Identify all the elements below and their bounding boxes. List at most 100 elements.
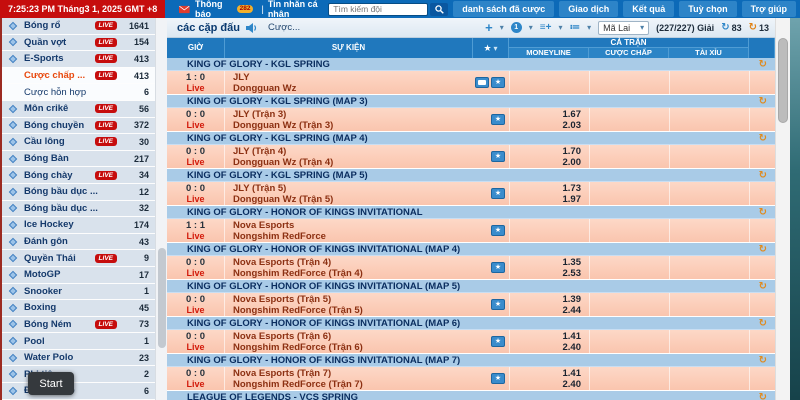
sidebar-item-handicap-bets[interactable]: Cược chấp ... LIVE 413 [2, 68, 155, 85]
odds-type-select[interactable]: Mã Lai ▾ [598, 21, 649, 35]
refresh-icon[interactable]: ↻ [759, 392, 767, 400]
match-teams-cell[interactable]: Nova Esports (Trận 7) Nongshim RedForce … [225, 367, 473, 390]
main-scrollbar-thumb[interactable] [778, 38, 788, 123]
home-odds[interactable]: 1.41 [563, 331, 582, 342]
sort-icon[interactable]: 1 [511, 22, 522, 33]
add-league-icon[interactable]: ≡+ [540, 22, 552, 33]
league-header[interactable]: KING OF GLORY - HONOR OF KINGS INVITATIO… [167, 280, 775, 293]
refresh-icon[interactable]: ↻ [759, 281, 767, 292]
transactions-button[interactable]: Giao dịch [559, 1, 618, 17]
search-button[interactable] [430, 3, 448, 16]
sidebar-item-pool[interactable]: Pool 1 [2, 333, 155, 350]
away-odds[interactable]: 2.40 [563, 342, 582, 353]
sidebar-item-badminton[interactable]: Cầu lông LIVE 30 [2, 134, 155, 151]
favorites-column-header[interactable]: ★ ▾ [473, 38, 509, 58]
sidebar-item-motogp[interactable]: MotoGP 17 [2, 267, 155, 284]
home-odds[interactable]: 1.35 [563, 257, 582, 268]
refresh-icon[interactable]: ↻ [759, 96, 767, 107]
sidebar-item-rugby-2[interactable]: Bóng bầu dục ... 32 [2, 201, 155, 218]
refresh-blue-counter[interactable]: ↻ 83 [721, 22, 741, 33]
search-input[interactable] [328, 3, 428, 16]
sidebar-item-basketball[interactable]: Bóng rổ LIVE 1641 [2, 18, 155, 35]
notice-link[interactable]: Thông báo [195, 0, 233, 19]
bet-slip-label[interactable]: Cược... [268, 22, 300, 33]
away-odds[interactable]: 2.44 [563, 305, 582, 316]
match-teams-cell[interactable]: JLY (Trận 4) Dongguan Wz (Trận 4) [225, 145, 473, 168]
speaker-icon[interactable] [246, 23, 258, 33]
match-teams-cell[interactable]: Nova Esports Nongshim RedForce [225, 219, 473, 242]
away-odds[interactable]: 2.03 [563, 120, 582, 131]
favorite-star-icon[interactable]: ★ [491, 151, 505, 162]
home-odds[interactable]: 1.70 [563, 146, 582, 157]
sidebar-item-esports[interactable]: E-Sports LIVE 413 [2, 51, 155, 68]
away-odds[interactable]: 2.53 [563, 268, 582, 279]
favorite-star-icon[interactable]: ★ [491, 299, 505, 310]
league-header[interactable]: KING OF GLORY - HONOR OF KINGS INVITATIO… [167, 243, 775, 256]
envelope-icon[interactable] [179, 5, 190, 14]
favorite-star-icon[interactable]: ★ [491, 225, 505, 236]
favorite-star-icon[interactable]: ★ [491, 77, 505, 88]
refresh-icon[interactable]: ↻ [759, 170, 767, 181]
league-header[interactable]: KING OF GLORY - HONOR OF KINGS INVITATIO… [167, 206, 775, 219]
refresh-icon[interactable]: ↻ [759, 133, 767, 144]
sidebar-item-baseball[interactable]: Bóng chày LIVE 34 [2, 167, 155, 184]
league-header[interactable]: KING OF GLORY - KGL SPRING ↻ [167, 58, 775, 71]
sidebar-item-darts[interactable]: Phi tiêu 2 [2, 366, 155, 383]
sidebar-item-boxing[interactable]: Boxing 45 [2, 300, 155, 317]
sidebar-item-cricket[interactable]: Môn crikê LIVE 56 [2, 101, 155, 118]
match-teams-cell[interactable]: Nova Esports (Trận 6) Nongshim RedForce … [225, 330, 473, 353]
league-header[interactable]: KING OF GLORY - HONOR OF KINGS INVITATIO… [167, 317, 775, 330]
home-odds[interactable]: 1.41 [563, 368, 582, 379]
help-button[interactable]: Trợ giúp [742, 1, 796, 17]
home-odds[interactable]: 1.73 [563, 183, 582, 194]
home-odds[interactable]: 1.67 [563, 109, 582, 120]
sidebar-item-volleyball[interactable]: Bóng chuyền LIVE 372 [2, 118, 155, 135]
away-odds[interactable]: 2.00 [563, 157, 582, 168]
match-teams-cell[interactable]: JLY Dongguan Wz [225, 71, 473, 94]
sidebar-item-mix-parlay[interactable]: Cược hỗn hợp 6 [2, 84, 155, 101]
start-button[interactable]: Start [28, 372, 74, 395]
bet-list-button[interactable]: danh sách đã cược [453, 1, 554, 17]
preferences-button[interactable]: Tuỳ chọn [679, 1, 736, 17]
favorite-star-icon[interactable]: ★ [491, 262, 505, 273]
favorite-star-icon[interactable]: ★ [491, 373, 505, 384]
favorite-star-icon[interactable]: ★ [491, 188, 505, 199]
league-header[interactable]: KING OF GLORY - KGL SPRING (MAP 4) ↻ [167, 132, 775, 145]
league-header[interactable]: KING OF GLORY - KGL SPRING (MAP 3) ↻ [167, 95, 775, 108]
match-teams-cell[interactable]: Nova Esports (Trận 5) Nongshim RedForce … [225, 293, 473, 316]
refresh-icon[interactable]: ↻ [759, 244, 767, 255]
sidebar-item-snooker[interactable]: Snooker 1 [2, 284, 155, 301]
refresh-orange-counter[interactable]: ↻ 13 [749, 22, 769, 33]
favorite-star-icon[interactable]: ★ [491, 336, 505, 347]
sidebar-item-cycling[interactable]: Đua xe đạp 6 [2, 383, 155, 400]
sidebar-item-water-polo[interactable]: Water Polo 23 [2, 350, 155, 367]
chevron-down-icon[interactable]: ▾ [587, 23, 591, 32]
live-stream-icon[interactable] [475, 77, 489, 88]
home-odds[interactable]: 1.39 [563, 294, 582, 305]
chevron-down-icon[interactable]: ▾ [558, 23, 562, 32]
league-header[interactable]: KING OF GLORY - KGL SPRING (MAP 5) ↻ [167, 169, 775, 182]
sidebar-item-tennis[interactable]: Quần vợt LIVE 154 [2, 35, 155, 52]
sidebar-scrollbar-thumb[interactable] [158, 248, 166, 348]
sidebar-item-table-tennis[interactable]: Bóng Bàn 217 [2, 151, 155, 168]
favorite-star-icon[interactable]: ★ [491, 114, 505, 125]
refresh-icon[interactable]: ↻ [759, 355, 767, 366]
league-header[interactable]: LEAGUE OF LEGENDS - VCS SPRING ↻ [167, 391, 775, 400]
results-button[interactable]: Kết quả [623, 1, 674, 17]
sidebar-item-golf[interactable]: Đánh gôn 43 [2, 234, 155, 251]
refresh-icon[interactable]: ↻ [759, 59, 767, 70]
sidebar-item-muay-thai[interactable]: Quyền Thái LIVE 9 [2, 250, 155, 267]
refresh-icon[interactable]: ↻ [759, 318, 767, 329]
sidebar-item-rugby-1[interactable]: Bóng bầu dục ... 12 [2, 184, 155, 201]
main-scrollbar[interactable] [775, 18, 790, 400]
sidebar-item-handball[interactable]: Bóng Ném LIVE 73 [2, 317, 155, 334]
away-odds[interactable]: 2.40 [563, 379, 582, 390]
match-teams-cell[interactable]: Nova Esports (Trận 4) Nongshim RedForce … [225, 256, 473, 279]
chevron-down-icon[interactable]: ▾ [500, 23, 504, 32]
chevron-down-icon[interactable]: ▾ [529, 23, 533, 32]
inbox-link[interactable]: Tin nhắn cá nhân [268, 0, 328, 19]
refresh-icon[interactable]: ↻ [759, 207, 767, 218]
league-header[interactable]: KING OF GLORY - HONOR OF KINGS INVITATIO… [167, 354, 775, 367]
match-teams-cell[interactable]: JLY (Trận 3) Dongguan Wz (Trận 3) [225, 108, 473, 131]
sidebar-scrollbar[interactable] [155, 18, 167, 400]
